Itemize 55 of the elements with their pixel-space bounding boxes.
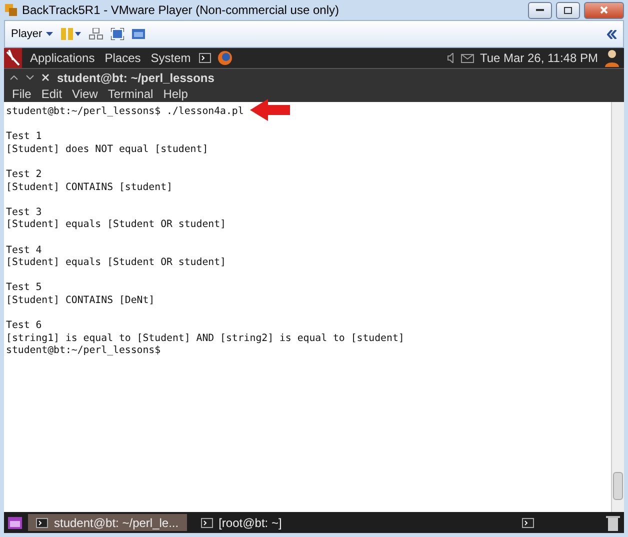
user-icon[interactable] (604, 49, 620, 67)
menu-icon[interactable] (8, 516, 22, 528)
fullscreen-icon[interactable] (111, 28, 124, 40)
scrollbar[interactable] (611, 102, 624, 512)
output-line: [Student] equals [Student OR student] (6, 257, 226, 270)
menu-item[interactable]: Edit (39, 87, 64, 101)
speaker-icon[interactable] (446, 53, 455, 63)
chevron-down-icon[interactable] (26, 75, 34, 80)
collapse-icon[interactable] (607, 30, 617, 38)
output-line: [Student] does NOT equal [student] (6, 144, 208, 156)
chevron-up-icon[interactable] (10, 75, 18, 80)
terminal-icon (522, 518, 534, 528)
close-icon (600, 6, 608, 14)
output-line: [Student] CONTAINS [student] (6, 182, 172, 194)
output-line: [Student] CONTAINS [DeNt] (6, 294, 155, 308)
output-line: [string1] is equal to [Student] AND [string2] is equal to [student] (6, 332, 404, 346)
output-line: Test 1 (6, 131, 42, 144)
menu-item[interactable]: Terminal (106, 87, 156, 101)
network-icon[interactable] (89, 28, 104, 40)
panel-menu[interactable]: Applications (28, 51, 97, 65)
panel-menu[interactable]: System (148, 51, 193, 65)
output-line: Test 6 (6, 320, 42, 333)
clock[interactable]: Tue Mar 26, 11:48 PM (480, 51, 598, 65)
caret-icon (46, 32, 54, 36)
close-icon[interactable] (42, 74, 49, 81)
menu-item[interactable]: File (10, 87, 34, 101)
maximize-button[interactable] (556, 2, 580, 18)
taskbar-task[interactable]: [root@bt: ~] (192, 514, 290, 531)
terminal-icon (198, 53, 211, 63)
terminal-title: student@bt: ~/perl_lessons (57, 70, 214, 84)
panel-menu[interactable]: Places (102, 51, 143, 65)
close-button[interactable] (584, 2, 624, 18)
prompt-line: student@bt:~/perl_lessons$ (6, 345, 161, 358)
scrollbar-thumb[interactable] (613, 472, 623, 500)
command-line: student@bt:~/perl_lessons$ ./lesson4a.pl (6, 106, 244, 119)
menu-item[interactable]: Help (161, 87, 190, 101)
arrow-icon (250, 99, 290, 122)
output-line: Test 2 (6, 168, 42, 182)
mail-icon[interactable] (460, 54, 474, 62)
terminal-icon (36, 518, 48, 528)
minimize-icon (536, 8, 544, 12)
player-menu-button[interactable]: Player (11, 28, 54, 40)
output-line: Test 4 (6, 244, 42, 258)
output-line: [Student] equals [Student OR student] (6, 219, 226, 232)
output-line: Test 5 (6, 282, 42, 295)
window-title: BackTrack5R1 - VMware Player (Non-commercial use only) (22, 3, 339, 17)
pause-icon[interactable] (61, 28, 82, 40)
maximize-icon (564, 6, 572, 14)
output-line: Test 3 (6, 206, 42, 220)
taskbar-task[interactable]: student@bt: ~/perl_le... (28, 514, 187, 531)
minimize-button[interactable] (528, 2, 552, 18)
menu-item[interactable]: View (70, 87, 100, 101)
trash-icon[interactable] (606, 514, 620, 530)
browser-globe-icon[interactable] (216, 50, 233, 66)
terminal-icon (200, 518, 213, 528)
